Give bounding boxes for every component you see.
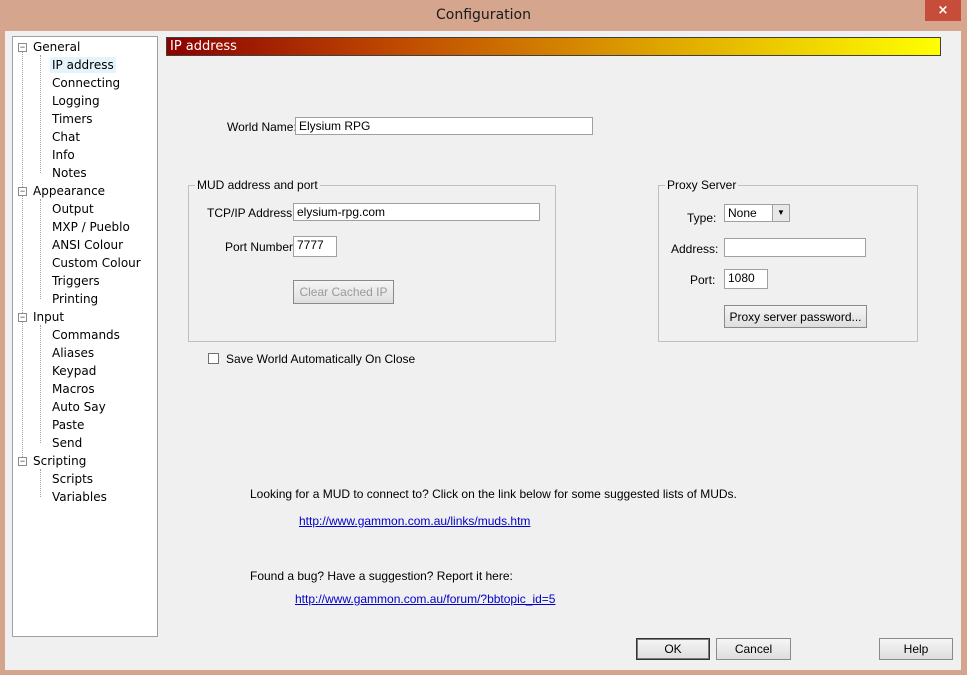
tree-item-variables[interactable]: Variables (52, 489, 107, 505)
tree-item-aliases[interactable]: Aliases (52, 345, 94, 361)
proxy-password-button[interactable]: Proxy server password... (724, 305, 867, 328)
tree-item-macros[interactable]: Macros (52, 381, 95, 397)
save-world-label: Save World Automatically On Close (226, 352, 416, 366)
tree-item-ansi-colour[interactable]: ANSI Colour (52, 237, 123, 253)
proxy-group-title: Proxy Server (665, 178, 739, 192)
clear-cached-ip-button[interactable]: Clear Cached IP (293, 280, 394, 304)
tree-item-logging[interactable]: Logging (52, 93, 100, 109)
tree-item-info[interactable]: Info (52, 147, 75, 163)
tree-line (22, 51, 23, 465)
tree-item-connecting[interactable]: Connecting (52, 75, 120, 91)
window-title: Configuration (436, 7, 531, 23)
tree-item-paste[interactable]: Paste (52, 417, 84, 433)
proxy-type-label: Type: (687, 211, 717, 225)
config-tree[interactable]: − General IP address Connecting Logging … (12, 36, 158, 637)
tree-item-general[interactable]: General (33, 39, 80, 55)
tree-item-printing[interactable]: Printing (52, 291, 98, 307)
proxy-type-select[interactable]: None ▼ (724, 204, 790, 222)
tree-item-auto-say[interactable]: Auto Say (52, 399, 106, 415)
tree-item-appearance[interactable]: Appearance (33, 183, 105, 199)
tree-line (40, 199, 41, 299)
tree-item-output[interactable]: Output (52, 201, 94, 217)
dialog-client: − General IP address Connecting Logging … (5, 31, 961, 670)
proxy-address-input[interactable] (724, 238, 866, 257)
mud-list-link[interactable]: http://www.gammon.com.au/links/muds.htm (299, 514, 530, 528)
page-title: IP address (170, 39, 237, 54)
tree-item-scripts[interactable]: Scripts (52, 471, 93, 487)
tree-item-chat[interactable]: Chat (52, 129, 80, 145)
bug-report-text: Found a bug? Have a suggestion? Report i… (250, 569, 513, 583)
help-button[interactable]: Help (879, 638, 953, 660)
mud-group-title: MUD address and port (195, 178, 320, 192)
find-mud-text: Looking for a MUD to connect to? Click o… (250, 487, 737, 501)
tcp-address-input[interactable]: elysium-rpg.com (293, 203, 540, 221)
tree-line (40, 325, 41, 443)
dropdown-arrow-icon[interactable]: ▼ (772, 205, 789, 221)
tcp-address-label: TCP/IP Address: (207, 206, 296, 220)
port-number-input[interactable]: 7777 (293, 236, 337, 257)
ok-button[interactable]: OK (636, 638, 710, 660)
expand-scripting-icon[interactable]: − (18, 457, 27, 466)
title-bar[interactable]: Configuration × (0, 0, 967, 31)
tree-item-send[interactable]: Send (52, 435, 82, 451)
proxy-type-value: None (728, 206, 757, 220)
tree-item-keypad[interactable]: Keypad (52, 363, 96, 379)
proxy-port-input[interactable]: 1080 (724, 269, 768, 289)
cancel-button[interactable]: Cancel (716, 638, 791, 660)
world-name-label: World Name: (227, 120, 297, 134)
expand-general-icon[interactable]: − (18, 43, 27, 52)
port-number-label: Port Number: (225, 240, 297, 254)
tree-item-notes[interactable]: Notes (52, 165, 87, 181)
tree-item-triggers[interactable]: Triggers (52, 273, 100, 289)
page-banner: IP address (166, 37, 941, 56)
forum-link[interactable]: http://www.gammon.com.au/forum/?bbtopic_… (295, 592, 555, 606)
world-name-input[interactable]: Elysium RPG (295, 117, 593, 135)
close-button[interactable]: × (925, 0, 961, 21)
close-icon: × (937, 3, 949, 18)
tree-item-mxp-pueblo[interactable]: MXP / Pueblo (52, 219, 130, 235)
tree-line (40, 55, 41, 173)
tree-item-commands[interactable]: Commands (52, 327, 120, 343)
expand-appearance-icon[interactable]: − (18, 187, 27, 196)
expand-input-icon[interactable]: − (18, 313, 27, 322)
proxy-address-label: Address: (671, 242, 719, 256)
tree-item-custom-colour[interactable]: Custom Colour (52, 255, 141, 271)
proxy-port-label: Port: (690, 273, 716, 287)
tree-item-timers[interactable]: Timers (52, 111, 93, 127)
save-world-checkbox[interactable] (208, 353, 219, 364)
tree-item-input[interactable]: Input (33, 309, 64, 325)
tree-item-ip-address[interactable]: IP address (50, 57, 116, 73)
tree-line (40, 469, 41, 497)
tree-item-scripting[interactable]: Scripting (33, 453, 86, 469)
